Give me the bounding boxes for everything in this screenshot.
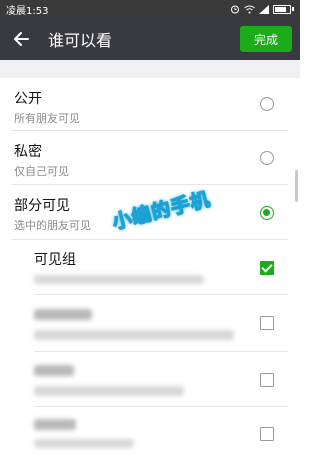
blurred-members (34, 275, 204, 284)
blurred-group-name (34, 309, 92, 320)
blurred-group-name (34, 365, 74, 376)
arrow-left-icon (14, 32, 29, 46)
page-title: 谁可以看 (48, 31, 113, 50)
option-public[interactable]: 公开 所有朋友可见 (0, 78, 300, 131)
blurred-members (34, 386, 184, 396)
status-icons (230, 4, 294, 14)
checkbox[interactable] (260, 373, 274, 387)
option-subtitle: 选中的朋友可见 (14, 219, 91, 232)
wifi-icon (244, 5, 255, 13)
option-subtitle: 仅自己可见 (14, 165, 69, 178)
group-name: 可见组 (34, 252, 76, 268)
checkbox-checked[interactable] (260, 261, 274, 275)
battery-icon (273, 4, 291, 14)
option-private[interactable]: 私密 仅自己可见 (0, 131, 300, 185)
scrollbar[interactable] (295, 170, 298, 202)
status-time: 凌晨1:53 (6, 5, 49, 17)
checkbox[interactable] (260, 427, 274, 441)
section-gap (0, 60, 300, 78)
radio-button[interactable] (260, 151, 274, 165)
blurred-group-name (34, 419, 76, 430)
option-title: 公开 (14, 91, 42, 107)
checkbox[interactable] (260, 316, 274, 330)
done-button[interactable]: 完成 (240, 26, 292, 52)
status-bar: 凌晨1:53 (0, 0, 300, 18)
signal-icon (259, 4, 269, 14)
app-bar: 谁可以看 完成 (0, 18, 300, 60)
option-title: 部分可见 (14, 198, 70, 214)
group-item[interactable] (0, 407, 300, 459)
visibility-list: 公开 所有朋友可见 私密 仅自己可见 部分可见 选中的朋友可见 可见组 (0, 78, 300, 459)
radio-button[interactable] (260, 97, 274, 111)
alarm-icon (231, 5, 239, 14)
group-item[interactable] (0, 352, 300, 407)
watermark-text: 小编的手机 (110, 187, 214, 234)
option-title: 私密 (14, 144, 42, 160)
blurred-members (34, 439, 134, 448)
group-item[interactable] (0, 295, 300, 352)
radio-button-selected[interactable] (260, 206, 274, 220)
blurred-members (34, 330, 234, 340)
group-item[interactable]: 可见组 (0, 240, 300, 295)
option-subtitle: 所有朋友可见 (14, 112, 80, 125)
back-button[interactable] (0, 18, 42, 60)
